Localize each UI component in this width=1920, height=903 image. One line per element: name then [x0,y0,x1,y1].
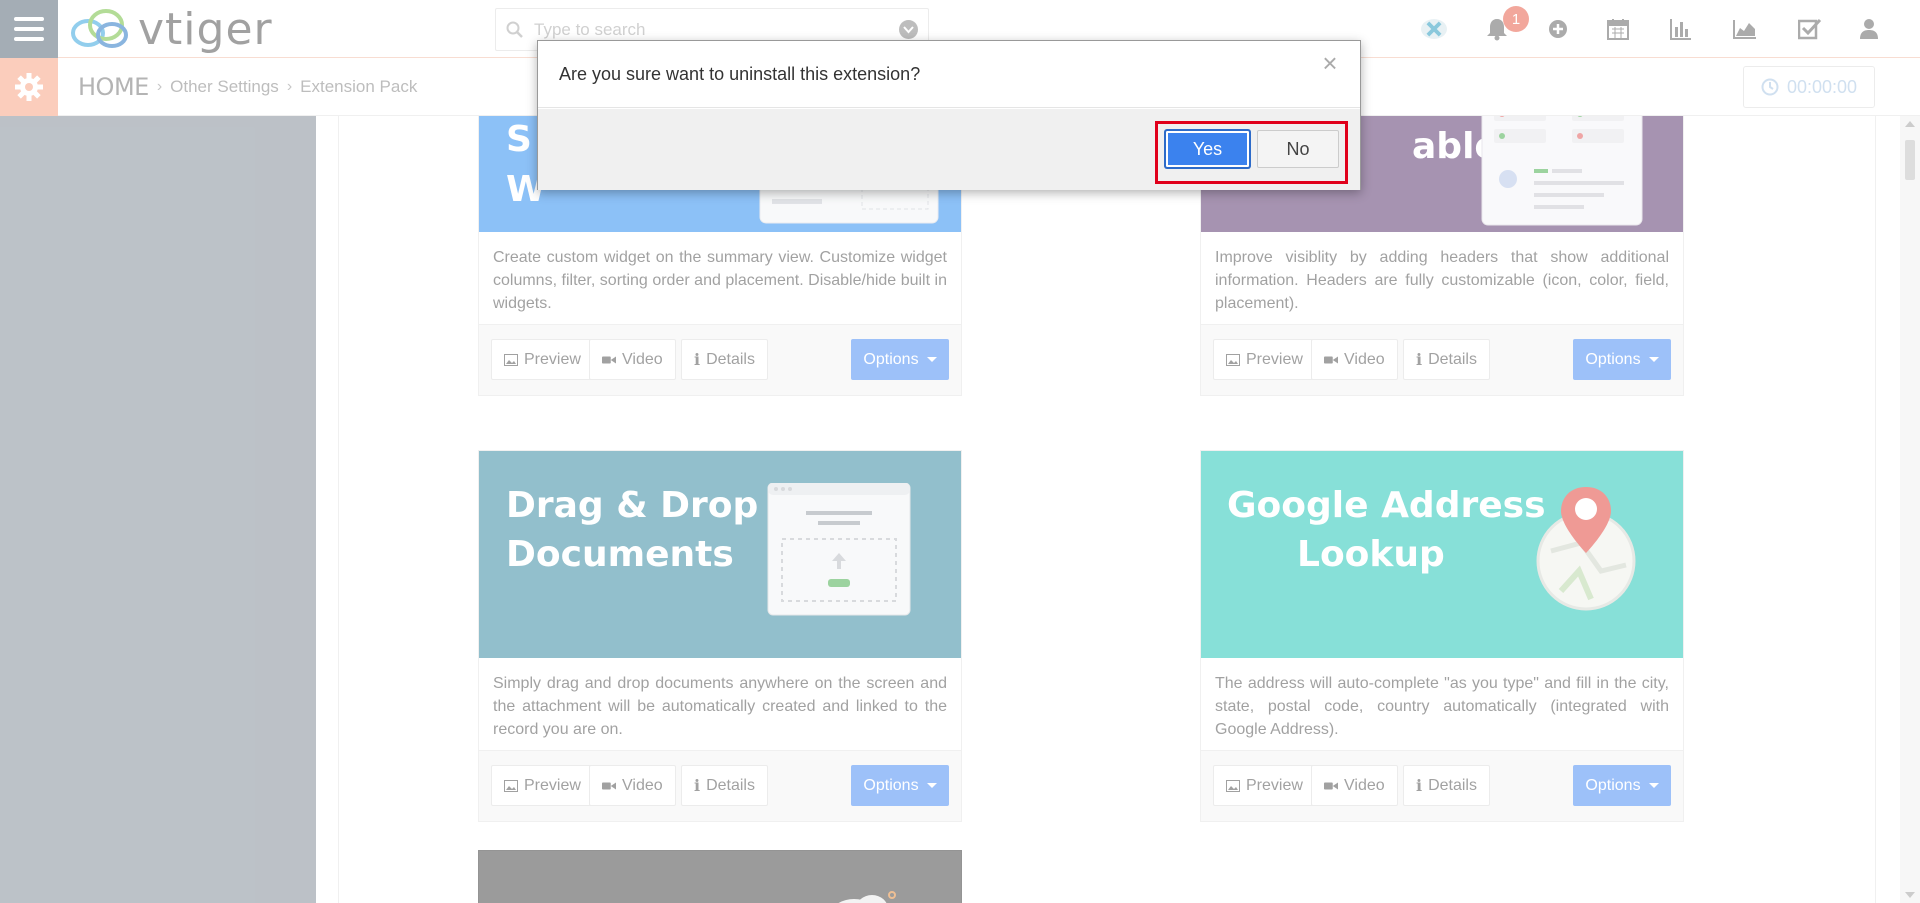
no-button[interactable]: No [1257,130,1339,168]
sidebar-dim [0,116,316,903]
dialog-message: Are you sure want to uninstall this exte… [538,41,1360,108]
yes-button[interactable]: Yes [1165,130,1250,168]
close-icon[interactable]: × [1318,48,1342,78]
